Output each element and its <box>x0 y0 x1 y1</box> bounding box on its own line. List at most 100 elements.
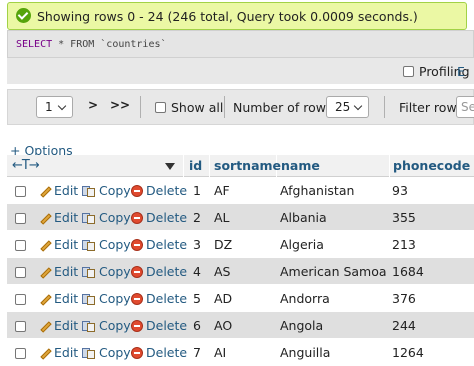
edit-label: Edit <box>54 345 79 360</box>
delete-label: Delete <box>146 264 188 279</box>
copy-link[interactable]: Copy <box>82 237 131 252</box>
table-row: Edit Copy Delete 7 AI Anguilla 1264 <box>7 339 474 366</box>
pencil-icon <box>39 239 51 251</box>
table-row: Edit Copy Delete 5 AD Andorra 376 <box>7 285 474 312</box>
delete-label: Delete <box>146 318 188 333</box>
delete-link[interactable]: Delete <box>131 264 187 279</box>
copy-link[interactable]: Copy <box>82 183 131 198</box>
copy-label: Copy <box>99 345 131 360</box>
cell-phonecode: 93 <box>392 183 408 198</box>
copy-icon <box>82 212 96 224</box>
cell-phonecode: 1264 <box>392 345 424 360</box>
pencil-icon <box>39 320 51 332</box>
cell-name: Afghanistan <box>280 183 355 198</box>
cell-id: 4 <box>193 264 201 279</box>
edit-link[interactable]: Edit <box>39 318 78 333</box>
cell-name: Andorra <box>280 291 330 306</box>
sort-triangle-icon[interactable] <box>165 163 175 170</box>
delete-link[interactable]: Delete <box>131 237 187 252</box>
row-checkbox[interactable] <box>15 240 26 251</box>
delete-label: Delete <box>146 183 188 198</box>
row-checkbox[interactable] <box>15 267 26 278</box>
edit-link[interactable]: Edit <box>39 291 78 306</box>
cell-id: 1 <box>193 183 201 198</box>
cell-phonecode: 1684 <box>392 264 424 279</box>
last-page-button[interactable]: >> <box>110 98 130 112</box>
delete-icon <box>131 266 143 278</box>
cell-sortname: AL <box>214 210 230 225</box>
filter-rows-input[interactable]: Se <box>456 96 474 118</box>
divider <box>140 96 141 118</box>
edit-label: Edit <box>54 318 79 333</box>
cell-phonecode: 213 <box>392 237 416 252</box>
profiling-edit-link[interactable]: E <box>457 64 465 79</box>
delete-label: Delete <box>146 345 188 360</box>
delete-label: Delete <box>146 237 188 252</box>
cell-id: 6 <box>193 318 201 333</box>
edit-label: Edit <box>54 291 79 306</box>
cell-sortname: AO <box>214 318 233 333</box>
pencil-icon <box>39 185 51 197</box>
edit-link[interactable]: Edit <box>39 210 78 225</box>
copy-link[interactable]: Copy <box>82 291 131 306</box>
table-row: Edit Copy Delete 3 DZ Algeria 213 <box>7 231 474 258</box>
row-checkbox[interactable] <box>15 321 26 332</box>
copy-link[interactable]: Copy <box>82 318 131 333</box>
delete-icon <box>131 185 143 197</box>
table-row: Edit Copy Delete 1 AF Afghanistan 93 <box>7 177 474 204</box>
copy-icon <box>82 239 96 251</box>
column-header-id[interactable]: id <box>189 158 202 173</box>
copy-link[interactable]: Copy <box>82 345 131 360</box>
row-checkbox[interactable] <box>15 348 26 359</box>
sql-query[interactable]: SELECT * FROM `countries` <box>16 39 167 50</box>
cell-sortname: AS <box>214 264 231 279</box>
cell-sortname: AF <box>214 183 230 198</box>
delete-link[interactable]: Delete <box>131 318 187 333</box>
cell-phonecode: 244 <box>392 318 416 333</box>
copy-icon <box>82 320 96 332</box>
copy-link[interactable]: Copy <box>82 264 131 279</box>
row-checkbox[interactable] <box>15 186 26 197</box>
edit-link[interactable]: Edit <box>39 345 78 360</box>
edit-link[interactable]: Edit <box>39 183 78 198</box>
table-row: Edit Copy Delete 6 AO Angola 244 <box>7 312 474 339</box>
cell-id: 5 <box>193 291 201 306</box>
copy-link[interactable]: Copy <box>82 210 131 225</box>
show-all-checkbox[interactable] <box>155 102 166 113</box>
row-checkbox[interactable] <box>15 213 26 224</box>
row-checkbox[interactable] <box>15 294 26 305</box>
delete-link[interactable]: Delete <box>131 345 187 360</box>
cell-id: 7 <box>193 345 201 360</box>
column-toggle-arrows-icon[interactable]: ←T→ <box>12 158 40 173</box>
table-row: Edit Copy Delete 2 AL Albania 355 <box>7 204 474 231</box>
edit-link[interactable]: Edit <box>39 264 78 279</box>
cell-name: American Samoa <box>280 264 387 279</box>
next-page-button[interactable]: > <box>88 98 98 112</box>
profiling-checkbox[interactable] <box>403 66 414 77</box>
rows-per-page-select[interactable]: 25 <box>326 96 369 118</box>
copy-icon <box>82 293 96 305</box>
sql-rest: * FROM `countries` <box>52 39 167 50</box>
delete-link[interactable]: Delete <box>131 183 187 198</box>
copy-label: Copy <box>99 237 131 252</box>
cell-name: Algeria <box>280 237 324 252</box>
page-select[interactable]: 1 <box>36 96 73 118</box>
divider <box>384 96 385 118</box>
delete-icon <box>131 239 143 251</box>
show-all-label: Show all <box>171 100 224 115</box>
check-icon <box>16 8 31 23</box>
column-header-sortname[interactable]: sortname <box>214 158 281 173</box>
delete-link[interactable]: Delete <box>131 210 187 225</box>
column-header-phonecode[interactable]: phonecode <box>393 158 470 173</box>
cell-id: 3 <box>193 237 201 252</box>
success-message: Showing rows 0 - 24 (246 total, Query to… <box>7 2 467 30</box>
edit-label: Edit <box>54 237 79 252</box>
column-header-name[interactable]: name <box>281 158 320 173</box>
copy-label: Copy <box>99 264 131 279</box>
delete-icon <box>131 212 143 224</box>
cell-name: Anguilla <box>280 345 331 360</box>
pencil-icon <box>39 293 51 305</box>
edit-link[interactable]: Edit <box>39 237 78 252</box>
table-row: Edit Copy Delete 4 AS American Samoa 1684 <box>7 258 474 285</box>
delete-link[interactable]: Delete <box>131 291 187 306</box>
